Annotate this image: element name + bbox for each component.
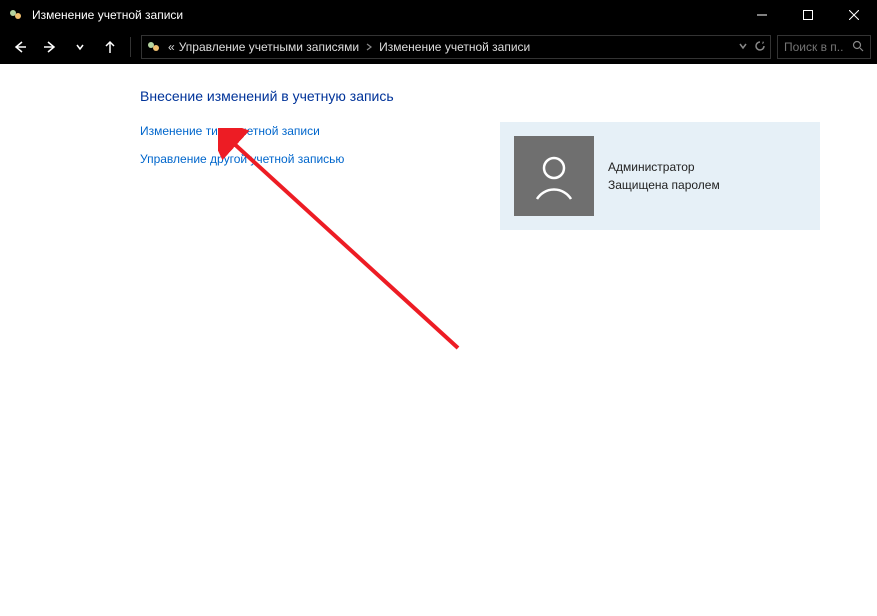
user-role: Администратор (608, 158, 720, 176)
content-area: Внесение изменений в учетную запись Изме… (0, 64, 877, 616)
window-controls (739, 0, 877, 30)
address-bar[interactable]: « Управление учетными записями Изменение… (141, 35, 771, 59)
search-box[interactable] (777, 35, 871, 59)
location-icon (146, 39, 162, 55)
window-title: Изменение учетной записи (32, 8, 739, 22)
user-card[interactable]: Администратор Защищена паролем (500, 122, 820, 230)
user-protection: Защищена паролем (608, 176, 720, 194)
back-button[interactable] (6, 33, 34, 61)
breadcrumb-item[interactable]: Изменение учетной записи (379, 40, 530, 54)
search-icon[interactable] (852, 40, 864, 55)
page-heading: Внесение изменений в учетную запись (140, 88, 877, 104)
up-button[interactable] (96, 33, 124, 61)
app-icon (8, 7, 24, 23)
navbar: « Управление учетными записями Изменение… (0, 30, 877, 64)
search-input[interactable] (784, 40, 844, 54)
titlebar: Изменение учетной записи (0, 0, 877, 30)
minimize-button[interactable] (739, 0, 785, 30)
breadcrumb-item[interactable]: Управление учетными записями (179, 40, 359, 54)
refresh-icon[interactable] (754, 40, 766, 55)
avatar (514, 136, 594, 216)
maximize-button[interactable] (785, 0, 831, 30)
breadcrumb-prefix: « (168, 40, 175, 54)
forward-button[interactable] (36, 33, 64, 61)
chevron-right-icon (365, 40, 373, 54)
history-dropdown[interactable] (66, 33, 94, 61)
close-button[interactable] (831, 0, 877, 30)
user-info: Администратор Защищена паролем (608, 158, 720, 194)
address-dropdown-icon[interactable] (738, 40, 748, 54)
separator (130, 37, 131, 57)
